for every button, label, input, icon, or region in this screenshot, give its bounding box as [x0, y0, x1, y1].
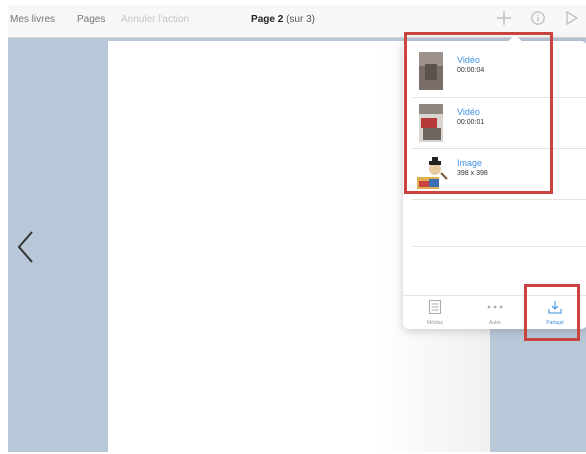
media-list-icon — [429, 300, 441, 314]
popover-pointer — [507, 35, 523, 42]
image-thumbnail — [415, 155, 449, 193]
media-item-video-1[interactable]: Vidéo 00:00:04 — [403, 46, 586, 96]
tab-autre[interactable]: Autre — [465, 296, 525, 330]
info-icon[interactable] — [530, 10, 546, 32]
media-title: Image — [457, 158, 483, 168]
more-icon — [487, 305, 503, 309]
media-popover: Vidéo 00:00:04 Vidéo 00:00:01 Image 398 … — [403, 35, 586, 330]
plus-icon[interactable] — [496, 10, 512, 32]
popover-tabbar: Médias Autre Partagé — [403, 295, 586, 330]
tab-medias[interactable]: Médias — [405, 296, 465, 330]
page-number: Page 2 — [251, 14, 284, 25]
undo-button[interactable]: Annuler l'action — [121, 14, 189, 25]
media-title: Vidéo — [457, 55, 480, 65]
media-duration: 00:00:01 — [457, 119, 485, 126]
play-icon[interactable] — [565, 10, 579, 32]
video-thumbnail — [419, 104, 443, 142]
divider — [412, 246, 586, 247]
download-tray-icon — [548, 301, 562, 314]
top-toolbar: Mes livres Pages Annuler l'action Page 2… — [8, 5, 586, 38]
media-dimensions: 398 x 398 — [457, 170, 488, 177]
chevron-left-icon[interactable] — [16, 230, 36, 269]
media-title: Vidéo — [457, 107, 480, 117]
divider — [412, 199, 586, 200]
media-item-video-2[interactable]: Vidéo 00:00:01 — [403, 98, 586, 148]
tab-label: Partagé — [546, 320, 564, 326]
app-screen: Mes livres Pages Annuler l'action Page 2… — [8, 5, 586, 452]
tab-partage[interactable]: Partagé — [525, 296, 585, 330]
page-title: Page 2 (sur 3) — [208, 14, 358, 25]
media-duration: 00:00:04 — [457, 67, 485, 74]
media-item-image[interactable]: Image 398 x 398 — [403, 149, 586, 199]
my-books-button[interactable]: Mes livres — [10, 14, 55, 25]
tab-label: Autre — [489, 320, 501, 326]
tab-label: Médias — [426, 320, 444, 326]
pages-button[interactable]: Pages — [77, 14, 105, 25]
video-thumbnail — [419, 52, 443, 90]
page-count: (sur 3) — [286, 14, 315, 25]
